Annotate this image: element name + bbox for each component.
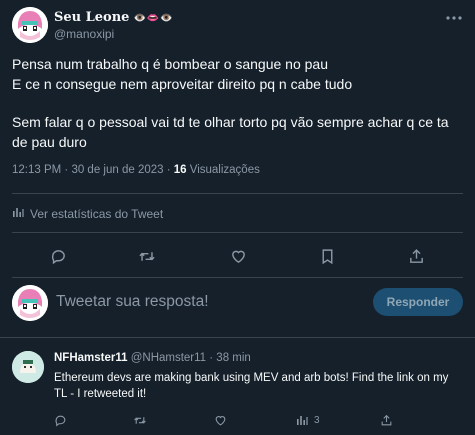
avatar[interactable]: [12, 285, 48, 321]
reply-author-name[interactable]: NFHamster11: [54, 352, 128, 364]
tweet-line: Pensa num trabalho q é bombear o sangue …: [12, 56, 329, 72]
divider: [12, 232, 463, 233]
views-count: 16: [173, 164, 187, 176]
view-stats-label: Ver estatísticas do Tweet: [30, 206, 164, 221]
share-icon[interactable]: [405, 245, 427, 267]
reply-composer: Tweetar sua resposta! Responder: [12, 285, 463, 321]
author-name[interactable]: Seu Leone 👁️👄👁️: [54, 10, 174, 25]
timestamp[interactable]: 12:13 PM · 30 de jun de 2023 ·: [12, 164, 174, 176]
reply-meta: @NHamster11 · 38 min: [127, 352, 251, 364]
reply-icon[interactable]: [47, 245, 69, 267]
view-stats-link[interactable]: Ver estatísticas do Tweet: [12, 206, 163, 221]
divider: [12, 193, 463, 194]
tweet-meta: 12:13 PM · 30 de jun de 2023 · 16 Visual…: [12, 164, 260, 176]
views-label: Visualizações: [186, 164, 260, 176]
bookmark-icon[interactable]: [316, 245, 338, 267]
share-icon[interactable]: [380, 412, 393, 428]
tweet-line: E ce n consegue nem aproveitar direito p…: [12, 76, 353, 92]
bar-chart-icon: [297, 416, 308, 425]
reply-header: NFHamster11 @NHamster11 · 38 min: [54, 352, 251, 364]
reply-actions: 3: [0, 412, 475, 428]
retweet-icon[interactable]: [133, 412, 147, 428]
retweet-icon[interactable]: [136, 245, 158, 267]
avatar[interactable]: [12, 7, 48, 43]
reply-views-count: 3: [314, 414, 320, 426]
author-emojis: 👁️👄👁️: [133, 13, 174, 24]
tweet-header: Seu Leone 👁️👄👁️ @manoxipi: [12, 7, 463, 43]
tweet-actions: [0, 245, 475, 267]
tweet-body: Pensa num trabalho q é bombear o sangue …: [12, 54, 468, 152]
like-icon[interactable]: [227, 245, 249, 267]
views-button[interactable]: 3: [296, 412, 320, 428]
reply-input[interactable]: Tweetar sua resposta!: [56, 293, 209, 311]
bar-chart-icon: [12, 206, 24, 221]
reply-text: Ethereum devs are making bank using MEV …: [54, 372, 449, 400]
tweet-line: Sem falar q o pessoal vai td te olhar to…: [12, 114, 449, 150]
avatar[interactable]: [12, 351, 44, 383]
divider: [0, 337, 475, 338]
more-icon[interactable]: [445, 10, 463, 24]
reply-icon[interactable]: [54, 412, 67, 428]
author-handle[interactable]: @manoxipi: [54, 27, 114, 41]
reply-button[interactable]: Responder: [373, 288, 463, 316]
like-icon[interactable]: [214, 412, 227, 428]
divider: [12, 277, 463, 278]
